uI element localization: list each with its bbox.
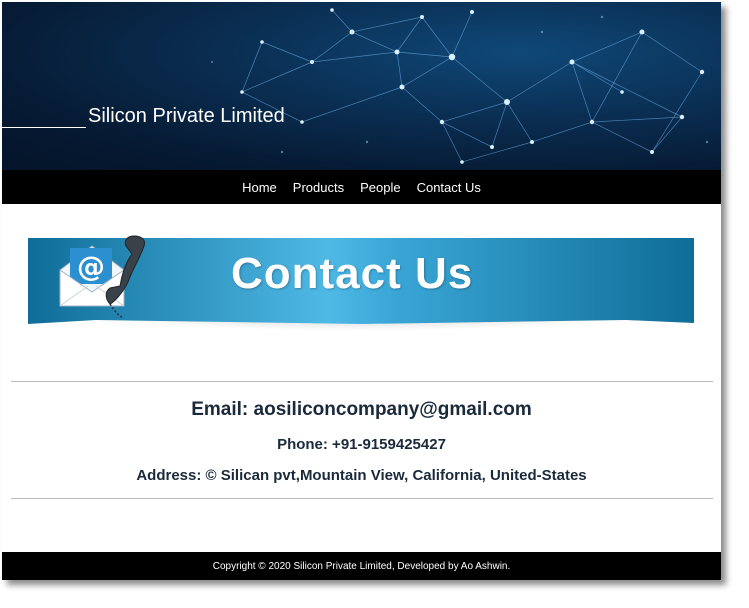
footer-copyright: Copyright © 2020 Silicon Private Limited… [212, 560, 511, 572]
network-graphic [211, 8, 709, 164]
nav-contact-us[interactable]: Contact Us [417, 180, 481, 195]
contact-phone: Phone: +91-9159425427 [277, 436, 446, 453]
nav-home[interactable]: Home [242, 180, 277, 195]
telephone-icon [105, 235, 145, 319]
nav-bar: Home Products People Contact Us [2, 170, 721, 204]
divider-top [11, 381, 713, 382]
nav-products[interactable]: Products [293, 180, 344, 195]
contact-email: Email: aosiliconcompany@gmail.com [191, 399, 532, 420]
footer: Copyright © 2020 Silicon Private Limited… [2, 552, 721, 580]
divider-bottom [11, 498, 713, 499]
banner-title: Contact Us [231, 249, 474, 298]
header-hero: Silicon Private Limited [2, 2, 721, 170]
page: Silicon Private Limited Home Products Pe… [2, 2, 721, 580]
brand-title: Silicon Private Limited [2, 105, 285, 128]
nav-people[interactable]: People [360, 180, 400, 195]
brand-name: Silicon Private Limited [88, 105, 285, 127]
brand-underline-rule [2, 105, 86, 128]
contact-banner: @ Contact Us [26, 228, 696, 358]
contact-address: Address: © Silican pvt,Mountain View, Ca… [136, 467, 587, 484]
